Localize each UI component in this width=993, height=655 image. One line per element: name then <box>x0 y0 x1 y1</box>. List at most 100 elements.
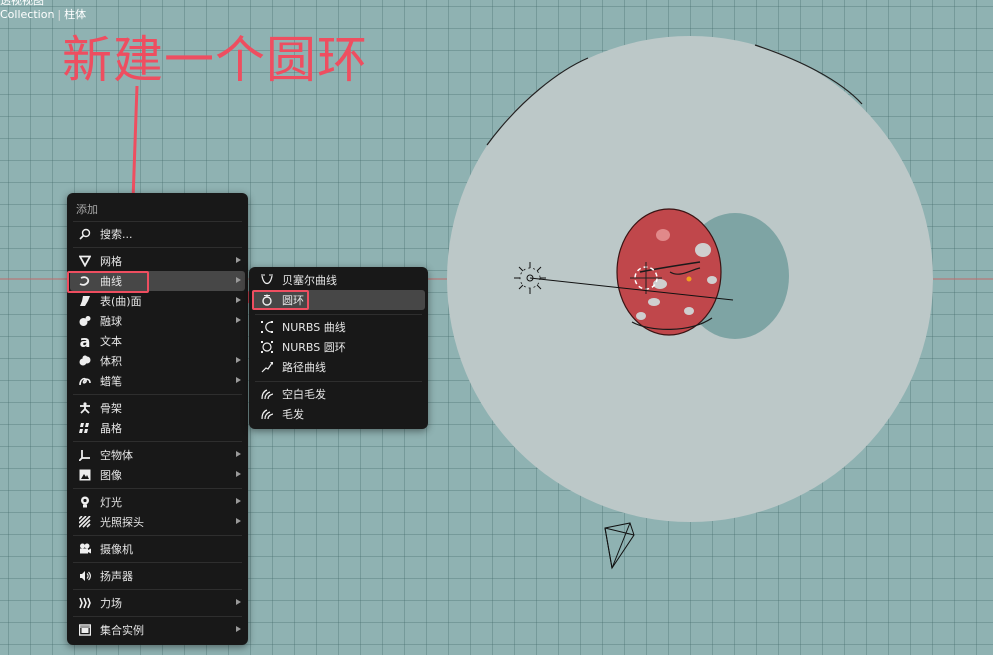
surface-icon <box>78 294 92 308</box>
menu-item-force-field[interactable]: 力场 <box>70 593 245 613</box>
chevron-right-icon <box>236 498 241 504</box>
menu-separator <box>255 314 422 315</box>
menu-item-light-probe[interactable]: 光照探头 <box>70 512 245 532</box>
menu-item-lattice[interactable]: 晶格 <box>70 418 245 438</box>
menu-item-search[interactable]: 搜索... <box>70 224 245 244</box>
menu-separator <box>255 381 422 382</box>
volume-icon <box>78 354 92 368</box>
empty-icon <box>78 448 92 462</box>
menu-item-label: 路径曲线 <box>282 361 326 374</box>
menu-separator <box>73 589 242 590</box>
menu-item-label: 力场 <box>100 597 122 610</box>
menu-item-nurbs-circle[interactable]: NURBS 圆环 <box>252 337 425 357</box>
menu-item-volume[interactable]: 体积 <box>70 351 245 371</box>
ball-spot <box>648 298 660 306</box>
force-field-icon <box>78 596 92 610</box>
3d-viewport[interactable]: 透视视图 Collection | 柱体 新建一个圆环 添加 搜索... 网格 曲线 <box>0 0 993 655</box>
red-ball <box>616 208 722 336</box>
menu-separator <box>73 247 242 248</box>
menu-separator <box>73 488 242 489</box>
viewport-header: 透视视图 <box>0 0 44 7</box>
chevron-right-icon <box>236 257 241 263</box>
menu-separator <box>73 441 242 442</box>
bezier-curve-icon <box>260 273 274 287</box>
grease-pencil-icon <box>78 374 92 388</box>
menu-separator <box>73 535 242 536</box>
menu-item-label: 图像 <box>100 469 122 482</box>
chevron-right-icon <box>236 518 241 524</box>
menu-item-light[interactable]: 灯光 <box>70 492 245 512</box>
lattice-icon <box>78 421 92 435</box>
armature-icon <box>78 401 92 415</box>
chevron-right-icon <box>236 277 241 283</box>
chevron-right-icon <box>236 317 241 323</box>
menu-item-label: 光照探头 <box>100 516 144 529</box>
empty-hair-icon <box>260 387 274 401</box>
chevron-right-icon <box>236 451 241 457</box>
menu-item-label: 网格 <box>100 255 122 268</box>
menu-item-speaker[interactable]: 扬声器 <box>70 566 245 586</box>
menu-item-text[interactable]: a 文本 <box>70 331 245 351</box>
annotation-text: 新建一个圆环 <box>62 31 368 89</box>
menu-item-label: NURBS 圆环 <box>282 341 346 354</box>
menu-separator <box>73 394 242 395</box>
menu-item-label: 空白毛发 <box>282 388 326 401</box>
menu-item-path-curve[interactable]: 路径曲线 <box>252 357 425 377</box>
light-icon <box>78 495 92 509</box>
menu-separator <box>73 616 242 617</box>
menu-item-label: 扬声器 <box>100 570 133 583</box>
menu-item-camera[interactable]: 摄像机 <box>70 539 245 559</box>
menu-item-armature[interactable]: 骨架 <box>70 398 245 418</box>
menu-item-label: 贝塞尔曲线 <box>282 274 337 287</box>
text-icon: a <box>79 331 91 351</box>
menu-item-label: 灯光 <box>100 496 122 509</box>
annotation-highlight-box <box>252 290 309 310</box>
menu-item-label: 空物体 <box>100 449 133 462</box>
ball-spot <box>653 279 667 289</box>
menu-item-grease-pencil[interactable]: 蜡笔 <box>70 371 245 391</box>
viewport-object-path: Collection | 柱体 <box>0 8 86 22</box>
add-menu: 添加 搜索... 网格 曲线 表(曲)面 融球 a 文本 体积 蜡笔 骨架 晶格… <box>67 193 248 645</box>
ball-origin-dot <box>686 276 692 282</box>
chevron-right-icon <box>236 626 241 632</box>
path-separator: | <box>57 8 62 21</box>
ball-spot <box>684 307 694 315</box>
menu-separator <box>73 562 242 563</box>
ball-spot <box>636 312 646 320</box>
menu-item-label: 晶格 <box>100 422 122 435</box>
menu-item-hair[interactable]: 毛发 <box>252 404 425 424</box>
path-curve-icon <box>260 360 274 374</box>
ball-spot <box>695 243 711 257</box>
chevron-right-icon <box>236 471 241 477</box>
nurbs-circle-icon <box>260 340 274 354</box>
chevron-right-icon <box>236 377 241 383</box>
speaker-icon <box>78 569 92 583</box>
menu-item-label: 毛发 <box>282 408 304 421</box>
menu-item-collection-instance[interactable]: 集合实例 <box>70 620 245 640</box>
menu-item-empty-hair[interactable]: 空白毛发 <box>252 384 425 404</box>
menu-item-label: 骨架 <box>100 402 122 415</box>
camera-icon <box>78 542 92 556</box>
image-icon <box>78 468 92 482</box>
menu-item-mesh[interactable]: 网格 <box>70 251 245 271</box>
camera-object-icon <box>604 522 635 570</box>
menu-item-label: 蜡笔 <box>100 375 122 388</box>
curve-submenu: 贝塞尔曲线 圆环 NURBS 曲线 NURBS 圆环 路径曲线 空白毛发 毛发 <box>249 267 428 429</box>
annotation-highlight-box <box>67 271 149 293</box>
menu-item-label: 摄像机 <box>100 543 133 556</box>
menu-item-empty[interactable]: 空物体 <box>70 445 245 465</box>
menu-separator <box>73 221 242 222</box>
menu-item-label: 体积 <box>100 355 122 368</box>
collection-name: Collection <box>0 8 55 21</box>
hair-icon <box>260 407 274 421</box>
metaball-icon <box>78 314 92 328</box>
menu-item-image[interactable]: 图像 <box>70 465 245 485</box>
menu-item-label: 集合实例 <box>100 624 144 637</box>
menu-item-label: NURBS 曲线 <box>282 321 346 334</box>
menu-item-metaball[interactable]: 融球 <box>70 311 245 331</box>
menu-item-bezier-curve[interactable]: 贝塞尔曲线 <box>252 270 425 290</box>
menu-item-label: 搜索... <box>100 228 133 241</box>
menu-item-nurbs-curve[interactable]: NURBS 曲线 <box>252 317 425 337</box>
chevron-right-icon <box>236 297 241 303</box>
menu-item-surface[interactable]: 表(曲)面 <box>70 291 245 311</box>
